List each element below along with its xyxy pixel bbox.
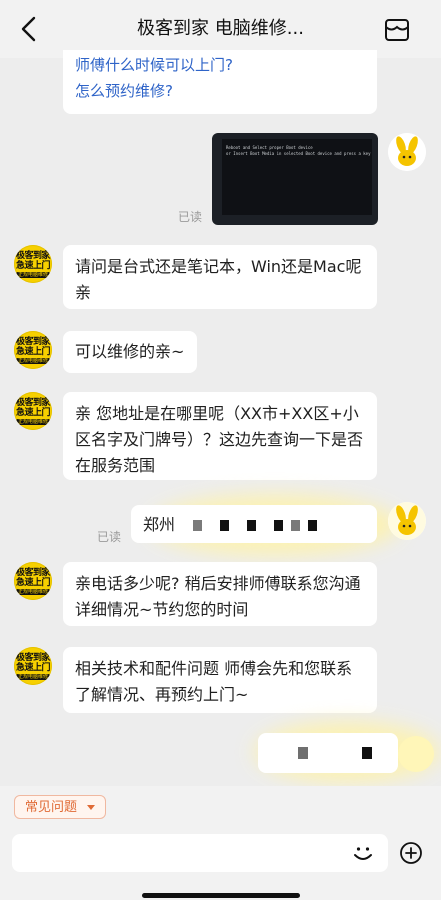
shop-logo-line3: 正规电脑维修 bbox=[15, 271, 50, 278]
shop-avatar[interactable]: 极客到家 急速上门 正规电脑维修 bbox=[14, 647, 52, 685]
redacted-message bbox=[258, 733, 398, 773]
message-bubble: 可以维修的亲~ bbox=[63, 331, 197, 373]
redacted-block bbox=[193, 520, 203, 531]
shop-logo-line1: 极客到家 bbox=[15, 336, 51, 347]
user-avatar[interactable] bbox=[398, 736, 434, 772]
faq-question-1[interactable]: 师傅什么时候可以上门? bbox=[75, 52, 365, 78]
shop-avatar[interactable]: 极客到家 急速上门 正规电脑维修 bbox=[14, 245, 52, 283]
caret-down-icon bbox=[87, 805, 96, 810]
redacted-block bbox=[362, 747, 372, 759]
faq-chip-label: 常见问题 bbox=[25, 800, 78, 815]
chat-title: 极客到家 电脑维修... bbox=[137, 18, 304, 39]
shop-logo-line3: 正规电脑维修 bbox=[15, 357, 50, 364]
redacted-block bbox=[220, 520, 230, 531]
message-text: 郑州 bbox=[143, 515, 176, 534]
message-text: 相关技术和配件问题 师傅会先和您联系 了解情况、再预约上门~ bbox=[75, 659, 353, 704]
faq-card: 师傅什么时候可以上门? 怎么预约维修? bbox=[63, 50, 377, 114]
shop-avatar[interactable]: 极客到家 急速上门 正规电脑维修 bbox=[14, 392, 52, 430]
shop-logo-line1: 极客到家 bbox=[15, 250, 51, 261]
shop-logo-line3: 正规电脑维修 bbox=[15, 673, 50, 680]
shop-logo-line1: 极客到家 bbox=[15, 567, 51, 578]
shop-logo-line1: 极客到家 bbox=[15, 652, 51, 663]
shop-logo-line2: 急速上门 bbox=[15, 260, 51, 271]
redacted-block bbox=[308, 520, 318, 531]
message-text: 可以维修的亲~ bbox=[75, 342, 185, 361]
message-text: 请问是台式还是笔记本，Win还是Mac呢亲 bbox=[75, 257, 362, 302]
faq-question-2[interactable]: 怎么预约维修? bbox=[75, 78, 365, 104]
store-icon[interactable] bbox=[384, 17, 410, 43]
read-status: 已读 bbox=[178, 210, 203, 224]
message-bubble: 请问是台式还是笔记本，Win还是Mac呢亲 bbox=[63, 245, 377, 309]
redacted-block bbox=[247, 520, 257, 531]
faq-chip[interactable]: 常见问题 bbox=[14, 795, 107, 819]
redacted-block bbox=[298, 747, 308, 759]
user-avatar[interactable] bbox=[388, 133, 426, 171]
rabbit-icon bbox=[388, 502, 426, 540]
shop-logo-line3: 正规电脑维修 bbox=[15, 418, 50, 425]
shop-avatar[interactable]: 极客到家 急速上门 正规电脑维修 bbox=[14, 562, 52, 600]
shop-logo-line2: 急速上门 bbox=[15, 346, 51, 357]
shop-logo-line3: 正规电脑维修 bbox=[15, 588, 50, 595]
message-bubble: 亲电话多少呢? 稍后安排师傅联系您沟通详细情况~节约您的时间 bbox=[63, 562, 377, 626]
shop-avatar[interactable]: 极客到家 急速上门 正规电脑维修 bbox=[14, 331, 52, 369]
message-text: 亲 您地址是在哪里呢（XX市+XX区+小区名字及门牌号）？这边先查询一下是否在服… bbox=[75, 404, 364, 475]
message-bubble: 相关技术和配件问题 师傅会先和您联系 了解情况、再预约上门~ bbox=[63, 647, 377, 713]
message-input[interactable] bbox=[12, 834, 388, 872]
message-bubble: 亲 您地址是在哪里呢（XX市+XX区+小区名字及门牌号）？这边先查询一下是否在服… bbox=[63, 392, 377, 480]
address-bubble: 郑州 bbox=[131, 505, 377, 543]
smiley-icon[interactable] bbox=[350, 840, 376, 866]
rabbit-icon bbox=[388, 133, 426, 171]
sent-photo[interactable]: Reboot and Select proper Boot device or … bbox=[212, 133, 378, 225]
user-avatar[interactable] bbox=[388, 502, 426, 540]
message-text: 亲电话多少呢? 稍后安排师傅联系您沟通详细情况~节约您的时间 bbox=[75, 574, 361, 619]
read-status: 已读 bbox=[97, 530, 122, 544]
plus-circle-icon[interactable] bbox=[398, 840, 424, 866]
shop-logo-line2: 急速上门 bbox=[15, 577, 51, 588]
redacted-block bbox=[291, 520, 301, 531]
redacted-block bbox=[274, 520, 284, 531]
shop-logo-line2: 急速上门 bbox=[15, 407, 51, 418]
shop-logo-line2: 急速上门 bbox=[15, 662, 51, 673]
photo-text: Reboot and Select proper Boot device or … bbox=[226, 145, 371, 156]
shop-logo-line1: 极客到家 bbox=[15, 397, 51, 408]
home-indicator bbox=[142, 893, 300, 898]
